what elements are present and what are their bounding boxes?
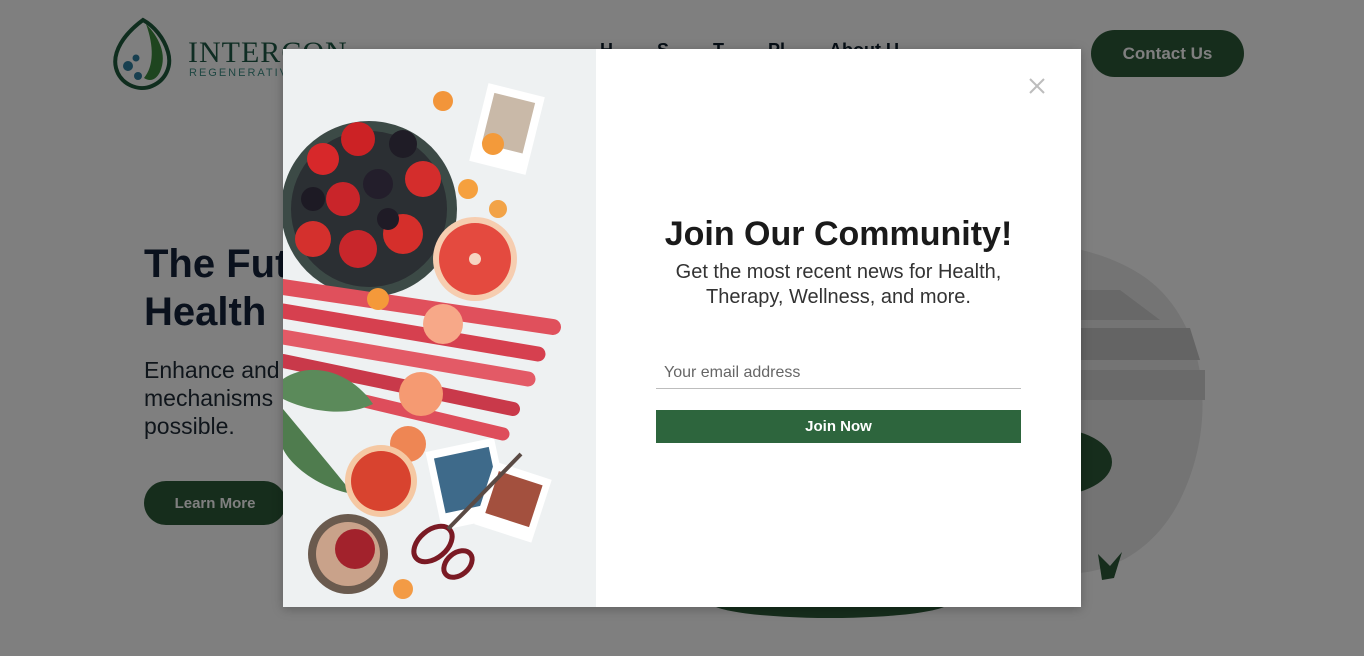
- popup-subtitle-line-2: Therapy, Wellness, and more.: [706, 286, 971, 308]
- popup-title: Join Our Community!: [664, 215, 1013, 253]
- newsletter-popup: Join Our Community! Get the most recent …: [283, 49, 1081, 607]
- fruit-flatlay-illustration: [283, 49, 596, 607]
- join-now-button[interactable]: Join Now: [656, 410, 1021, 443]
- popup-content: Join Our Community! Get the most recent …: [596, 49, 1081, 607]
- popup-subtitle-line-1: Get the most recent news for Health,: [675, 261, 1002, 283]
- popup-subtitle: Get the most recent news for Health, The…: [636, 260, 1041, 310]
- fruit-flatlay-image: [283, 49, 596, 607]
- email-input[interactable]: [656, 357, 1021, 389]
- close-icon[interactable]: [1028, 77, 1046, 95]
